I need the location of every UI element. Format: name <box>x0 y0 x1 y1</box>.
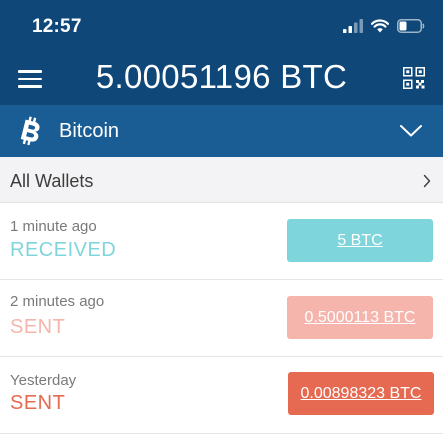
transaction-time: 1 minute ago <box>10 218 97 235</box>
transaction-amount-button[interactable]: 0.5000113 BTC <box>287 296 433 339</box>
qr-code-icon[interactable] <box>403 67 425 89</box>
transaction-row[interactable]: 1 minute ago RECEIVED 5 BTC <box>0 203 443 280</box>
transaction-time: Yesterday <box>10 372 77 389</box>
transaction-amount-button[interactable]: 0.00898323 BTC <box>288 372 434 415</box>
wifi-icon <box>371 19 389 33</box>
status-icons <box>343 17 425 35</box>
battery-icon <box>397 19 425 33</box>
signal-icon <box>343 19 363 33</box>
chevron-right-icon <box>423 174 431 188</box>
total-balance: 5.00051196 BTC <box>95 58 348 95</box>
transaction-row[interactable]: 2 minutes ago SENT 0.5000113 BTC <box>0 280 443 357</box>
coin-selector[interactable]: Bitcoin <box>0 105 443 157</box>
coin-name: Bitcoin <box>59 120 120 142</box>
hamburger-menu-icon[interactable] <box>18 69 44 89</box>
status-time: 12:57 <box>32 16 82 37</box>
transaction-type: SENT <box>10 316 66 338</box>
all-wallets-filter[interactable]: All Wallets <box>0 157 443 203</box>
chevron-down-icon[interactable] <box>399 123 423 139</box>
transaction-type: SENT <box>10 392 66 414</box>
bitcoin-icon <box>20 116 40 146</box>
transaction-amount-button[interactable]: 5 BTC <box>287 219 433 262</box>
transaction-type: RECEIVED <box>10 239 117 261</box>
transaction-time: 2 minutes ago <box>10 293 105 310</box>
header-bar: 5.00051196 BTC <box>0 52 443 105</box>
status-bar: 12:57 <box>0 0 443 52</box>
all-wallets-label: All Wallets <box>10 171 94 191</box>
transaction-row[interactable]: Yesterday SENT 0.00898323 BTC <box>0 357 443 434</box>
